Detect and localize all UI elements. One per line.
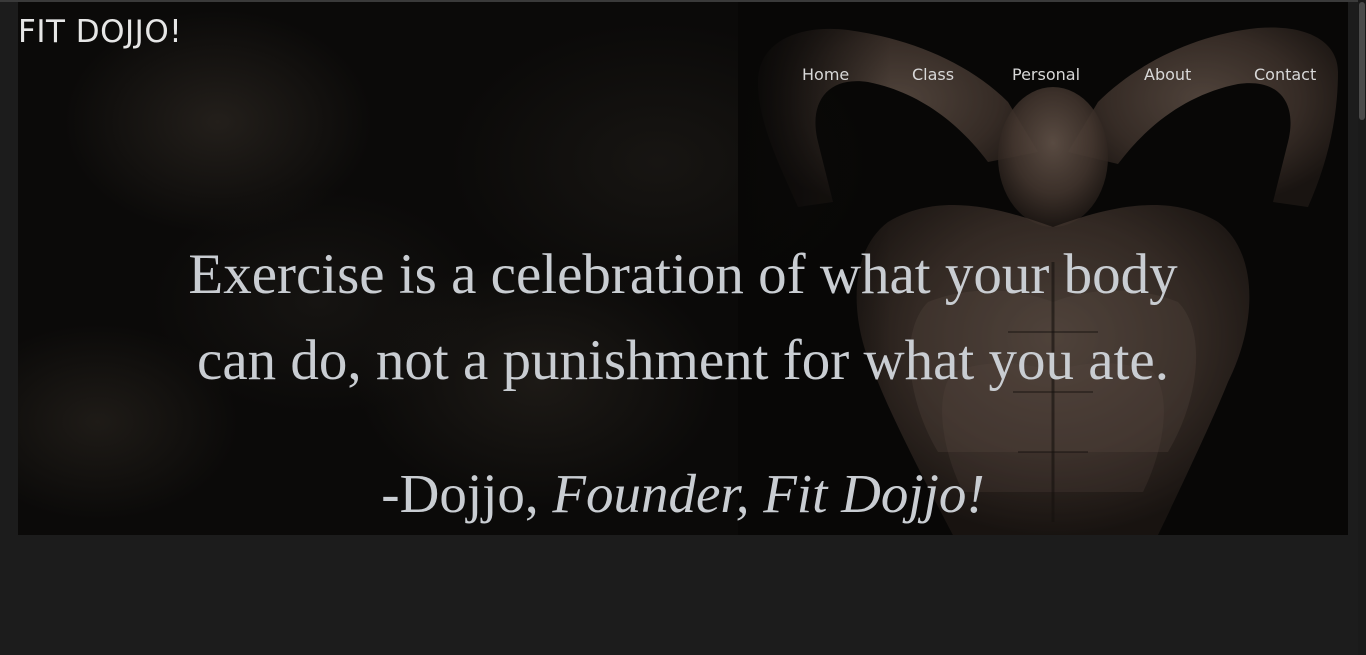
page-content-area [0, 535, 1366, 655]
hero-quote-line-2: can do, not a punishment for what you at… [197, 329, 1169, 392]
scrollbar-thumb[interactable] [1359, 2, 1365, 120]
hero-attribution: -Dojjo, Founder, Fit Dojjo! [150, 459, 1216, 529]
nav-contact-link[interactable]: Contact [1254, 65, 1316, 84]
nav-class-link[interactable]: Class [912, 65, 954, 84]
attribution-name: -Dojjo, [381, 463, 539, 524]
main-nav: Home Class Personal About Contact [0, 65, 1366, 89]
site-logo[interactable]: FIT DOJJO! [18, 14, 182, 50]
nav-home-link[interactable]: Home [802, 65, 849, 84]
attribution-role: Founder, Fit Dojjo! [552, 463, 985, 524]
nav-about-link[interactable]: About [1144, 65, 1191, 84]
vertical-scrollbar[interactable] [1358, 0, 1366, 655]
hero-quote: Exercise is a celebration of what your b… [150, 232, 1216, 404]
hero-quote-line-1: Exercise is a celebration of what your b… [188, 243, 1178, 306]
nav-personal-link[interactable]: Personal [1012, 65, 1080, 84]
